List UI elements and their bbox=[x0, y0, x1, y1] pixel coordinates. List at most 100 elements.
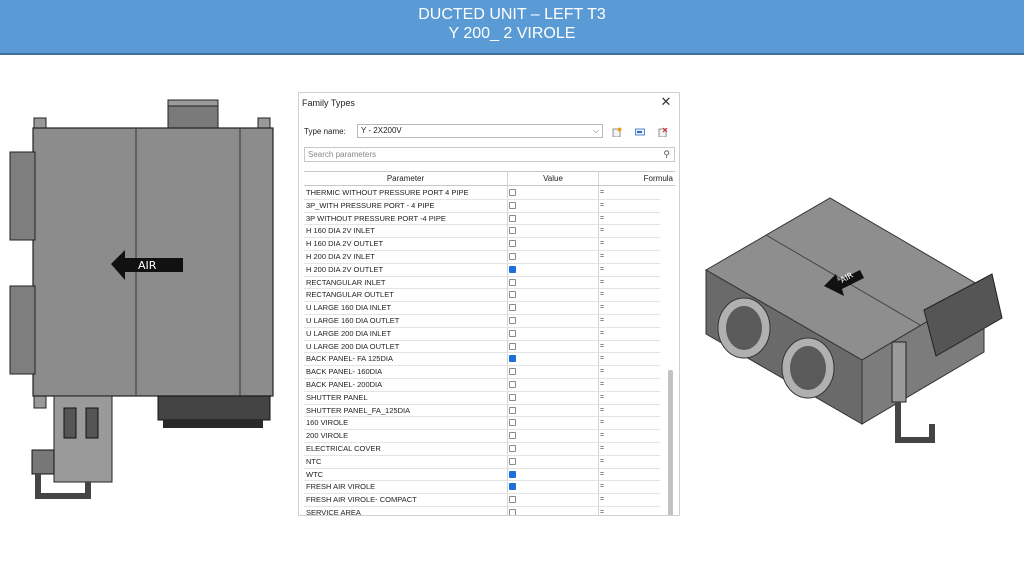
table-row[interactable]: H 200 DIA 2V INLET = bbox=[304, 251, 660, 264]
formula-cell[interactable]: = bbox=[600, 341, 604, 353]
value-checkbox[interactable] bbox=[509, 291, 516, 299]
formula-cell[interactable]: = bbox=[600, 225, 604, 237]
table-row[interactable]: 3P WITHOUT PRESSURE PORT -4 PIPE = bbox=[304, 213, 660, 226]
table-row[interactable]: U LARGE 200 DIA INLET = bbox=[304, 328, 660, 341]
table-row[interactable]: BACK PANEL- 160DIA = bbox=[304, 366, 660, 379]
value-checkbox[interactable] bbox=[509, 252, 516, 260]
formula-cell[interactable]: = bbox=[600, 264, 604, 276]
table-row[interactable]: BACK PANEL- FA 125DIA = bbox=[304, 353, 660, 367]
value-checkbox[interactable] bbox=[509, 470, 516, 478]
value-checkbox[interactable] bbox=[509, 201, 516, 209]
value-checkbox[interactable] bbox=[509, 393, 516, 401]
value-checkbox[interactable] bbox=[509, 227, 516, 235]
value-checkbox[interactable] bbox=[509, 457, 516, 465]
parameter-name: ELECTRICAL COVER bbox=[306, 443, 381, 453]
value-checkbox[interactable] bbox=[509, 342, 516, 350]
value-checkbox[interactable] bbox=[509, 304, 516, 312]
parameter-name: FRESH AIR VIROLE- COMPACT bbox=[306, 495, 417, 505]
search-icon: ⚲ bbox=[663, 149, 670, 159]
value-checkbox[interactable] bbox=[509, 240, 516, 248]
chevron-down-icon: ⌵ bbox=[592, 126, 599, 135]
formula-cell[interactable]: = bbox=[600, 315, 604, 327]
parameter-name: H 160 DIA 2V INLET bbox=[306, 226, 375, 236]
formula-cell[interactable]: = bbox=[600, 469, 604, 481]
value-checkbox[interactable] bbox=[509, 380, 516, 388]
formula-cell[interactable]: = bbox=[600, 443, 604, 455]
formula-cell[interactable]: = bbox=[600, 417, 604, 429]
column-parameter[interactable]: Parameter bbox=[304, 172, 508, 186]
table-row[interactable]: FRESH AIR VIROLE- COMPACT = bbox=[304, 494, 660, 507]
formula-cell[interactable]: = bbox=[600, 507, 604, 515]
value-checkbox[interactable] bbox=[509, 508, 516, 515]
table-row[interactable]: H 160 DIA 2V INLET = bbox=[304, 225, 660, 239]
value-checkbox[interactable] bbox=[509, 214, 516, 222]
formula-cell[interactable]: = bbox=[600, 200, 604, 212]
value-checkbox[interactable] bbox=[509, 316, 516, 324]
table-row[interactable]: BACK PANEL- 200DIA = bbox=[304, 379, 660, 392]
table-row[interactable]: U LARGE 160 DIA INLET = bbox=[304, 302, 660, 315]
table-row[interactable]: SHUTTER PANEL = bbox=[304, 392, 660, 405]
formula-cell[interactable]: = bbox=[600, 302, 604, 314]
formula-cell[interactable]: = bbox=[600, 430, 604, 442]
value-checkbox[interactable] bbox=[509, 278, 516, 286]
rename-type-icon[interactable] bbox=[635, 127, 645, 137]
type-name-dropdown[interactable]: Y - 2X200V ⌵ bbox=[357, 124, 603, 138]
new-type-icon[interactable] bbox=[612, 127, 622, 137]
value-checkbox[interactable] bbox=[509, 265, 516, 273]
value-checkbox[interactable] bbox=[509, 368, 516, 376]
value-checkbox[interactable] bbox=[509, 496, 516, 504]
close-icon[interactable]: ✕ bbox=[659, 95, 673, 109]
table-row[interactable]: 160 VIROLE = bbox=[304, 417, 660, 431]
formula-cell[interactable]: = bbox=[600, 405, 604, 417]
table-row[interactable]: U LARGE 200 DIA OUTLET = bbox=[304, 341, 660, 354]
formula-cell[interactable]: = bbox=[600, 456, 604, 468]
table-row[interactable]: H 200 DIA 2V OUTLET = bbox=[304, 264, 660, 277]
table-row[interactable]: RECTANGULAR OUTLET = bbox=[304, 289, 660, 303]
table-row[interactable]: WTC = bbox=[304, 469, 660, 482]
parameter-name: BACK PANEL- 200DIA bbox=[306, 379, 383, 389]
search-parameters-input[interactable]: Search parameters ⚲ bbox=[304, 147, 675, 162]
value-checkbox[interactable] bbox=[509, 444, 516, 452]
table-row[interactable]: U LARGE 160 DIA OUTLET = bbox=[304, 315, 660, 328]
delete-type-icon[interactable] bbox=[658, 127, 668, 137]
value-checkbox[interactable] bbox=[509, 189, 516, 196]
table-row[interactable]: FRESH AIR VIROLE = bbox=[304, 481, 660, 495]
formula-cell[interactable]: = bbox=[600, 251, 604, 263]
value-checkbox[interactable] bbox=[509, 355, 516, 363]
column-value[interactable]: Value bbox=[508, 172, 599, 186]
table-row[interactable]: NTC = bbox=[304, 456, 660, 469]
table-row[interactable]: 200 VIROLE = bbox=[304, 430, 660, 443]
column-formula[interactable]: Formula bbox=[599, 172, 675, 186]
parameter-name: BACK PANEL- 160DIA bbox=[306, 367, 383, 377]
formula-cell[interactable]: = bbox=[600, 187, 604, 199]
banner-title-line2: Y 200_ 2 VIROLE bbox=[448, 25, 576, 42]
formula-cell[interactable]: = bbox=[600, 277, 604, 289]
value-checkbox[interactable] bbox=[509, 432, 516, 440]
table-row[interactable]: SHUTTER PANEL_FA_125DIA = bbox=[304, 405, 660, 418]
parameter-name: H 200 DIA 2V INLET bbox=[306, 251, 375, 261]
table-row[interactable]: RECTANGULAR INLET = bbox=[304, 277, 660, 290]
formula-cell[interactable]: = bbox=[600, 353, 604, 365]
formula-cell[interactable]: = bbox=[600, 213, 604, 225]
value-checkbox[interactable] bbox=[509, 329, 516, 337]
formula-cell[interactable]: = bbox=[600, 289, 604, 301]
formula-cell[interactable]: = bbox=[600, 366, 604, 378]
table-row[interactable]: THERMIC WITHOUT PRESSURE PORT 4 PIPE = bbox=[304, 187, 660, 200]
formula-cell[interactable]: = bbox=[600, 328, 604, 340]
table-row[interactable]: SERVICE AREA = bbox=[304, 507, 660, 516]
value-checkbox[interactable] bbox=[509, 406, 516, 414]
parameter-name: RECTANGULAR INLET bbox=[306, 277, 386, 287]
table-row[interactable]: ELECTRICAL COVER = bbox=[304, 443, 660, 456]
value-checkbox[interactable] bbox=[509, 483, 516, 491]
table-header: Parameter Value Formula bbox=[304, 172, 675, 186]
formula-cell[interactable]: = bbox=[600, 238, 604, 250]
table-row[interactable]: 3P_WITH PRESSURE PORT - 4 PIPE = bbox=[304, 200, 660, 213]
formula-cell[interactable]: = bbox=[600, 494, 604, 506]
table-row[interactable]: H 160 DIA 2V OUTLET = bbox=[304, 238, 660, 251]
value-checkbox[interactable] bbox=[509, 419, 516, 427]
formula-cell[interactable]: = bbox=[600, 379, 604, 391]
vertical-scrollbar[interactable] bbox=[668, 370, 673, 515]
formula-cell[interactable]: = bbox=[600, 481, 604, 493]
parameter-name: SERVICE AREA bbox=[306, 507, 361, 516]
formula-cell[interactable]: = bbox=[600, 392, 604, 404]
